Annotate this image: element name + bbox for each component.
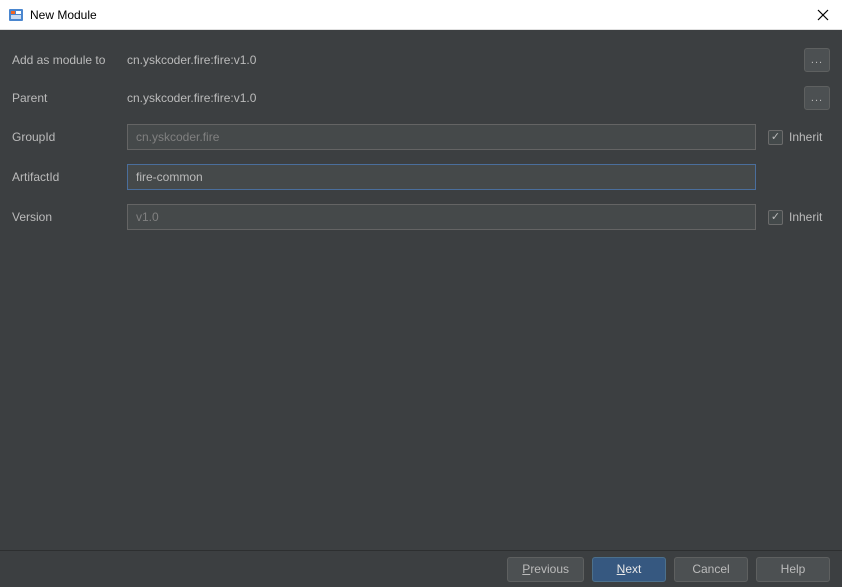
cancel-button[interactable]: Cancel	[674, 557, 748, 582]
next-rest: ext	[625, 562, 641, 576]
groupid-row: GroupId Inherit	[12, 124, 830, 150]
version-inherit-group: Inherit	[768, 210, 830, 225]
titlebar: New Module	[0, 0, 842, 30]
dialog-content: Add as module to cn.yskcoder.fire:fire:v…	[0, 30, 842, 550]
help-button[interactable]: Help	[756, 557, 830, 582]
close-icon[interactable]	[814, 6, 832, 24]
parent-label: Parent	[12, 91, 127, 105]
version-inherit-label: Inherit	[789, 210, 822, 224]
artifactid-input[interactable]	[127, 164, 756, 190]
window-title: New Module	[30, 8, 97, 22]
previous-button[interactable]: Previous	[507, 557, 584, 582]
artifactid-label: ArtifactId	[12, 170, 127, 184]
groupid-inherit-checkbox[interactable]	[768, 130, 783, 145]
version-row: Version Inherit	[12, 204, 830, 230]
groupid-label: GroupId	[12, 130, 127, 144]
parent-row: Parent cn.yskcoder.fire:fire:v1.0 ...	[12, 86, 830, 110]
add-module-value: cn.yskcoder.fire:fire:v1.0	[127, 53, 796, 67]
add-module-browse-button[interactable]: ...	[804, 48, 830, 72]
version-inherit-checkbox[interactable]	[768, 210, 783, 225]
dialog-footer: Previous Next Cancel Help	[0, 550, 842, 587]
version-input[interactable]	[127, 204, 756, 230]
artifactid-row: ArtifactId	[12, 164, 830, 190]
add-module-label: Add as module to	[12, 53, 127, 67]
previous-rest: revious	[530, 562, 569, 576]
version-label: Version	[12, 210, 127, 224]
parent-browse-button[interactable]: ...	[804, 86, 830, 110]
app-icon	[8, 7, 24, 23]
parent-value: cn.yskcoder.fire:fire:v1.0	[127, 91, 796, 105]
groupid-inherit-label: Inherit	[789, 130, 822, 144]
groupid-input[interactable]	[127, 124, 756, 150]
groupid-inherit-group: Inherit	[768, 130, 830, 145]
next-button[interactable]: Next	[592, 557, 666, 582]
add-module-row: Add as module to cn.yskcoder.fire:fire:v…	[12, 48, 830, 72]
